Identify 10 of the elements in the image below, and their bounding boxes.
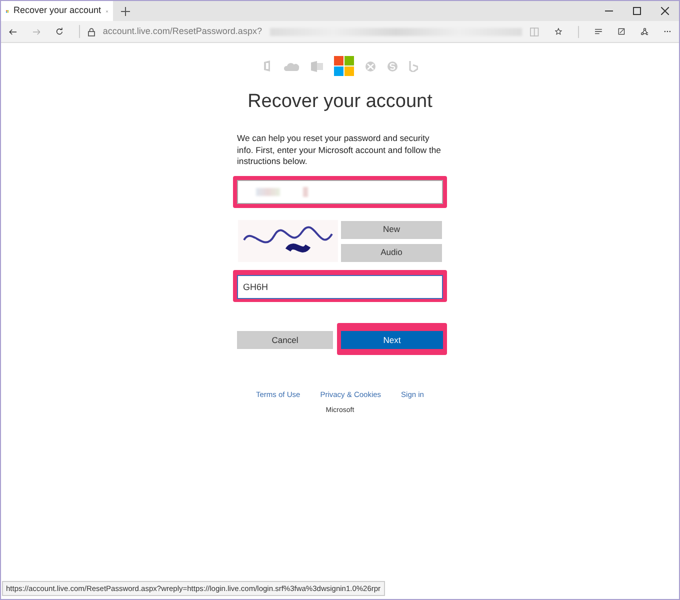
captcha-input-field[interactable]: GH6H	[237, 274, 443, 298]
next-button[interactable]: Next	[341, 330, 443, 349]
browser-tab[interactable]: Recover your account	[1, 1, 113, 21]
tab-title: Recover your account	[14, 4, 102, 18]
page-title: Recover your account	[248, 92, 432, 111]
address-bar[interactable]: account.live.com/ResetPassword.aspx?	[102, 24, 262, 38]
captcha-button[interactable]: New	[341, 220, 442, 238]
intro-text: We can help you reset your password and security info. First, enter your Microsoft account and follow the instructions below.	[237, 133, 442, 168]
captcha-button[interactable]: Audio	[341, 244, 442, 262]
cancel-button[interactable]: Cancel	[237, 330, 333, 349]
